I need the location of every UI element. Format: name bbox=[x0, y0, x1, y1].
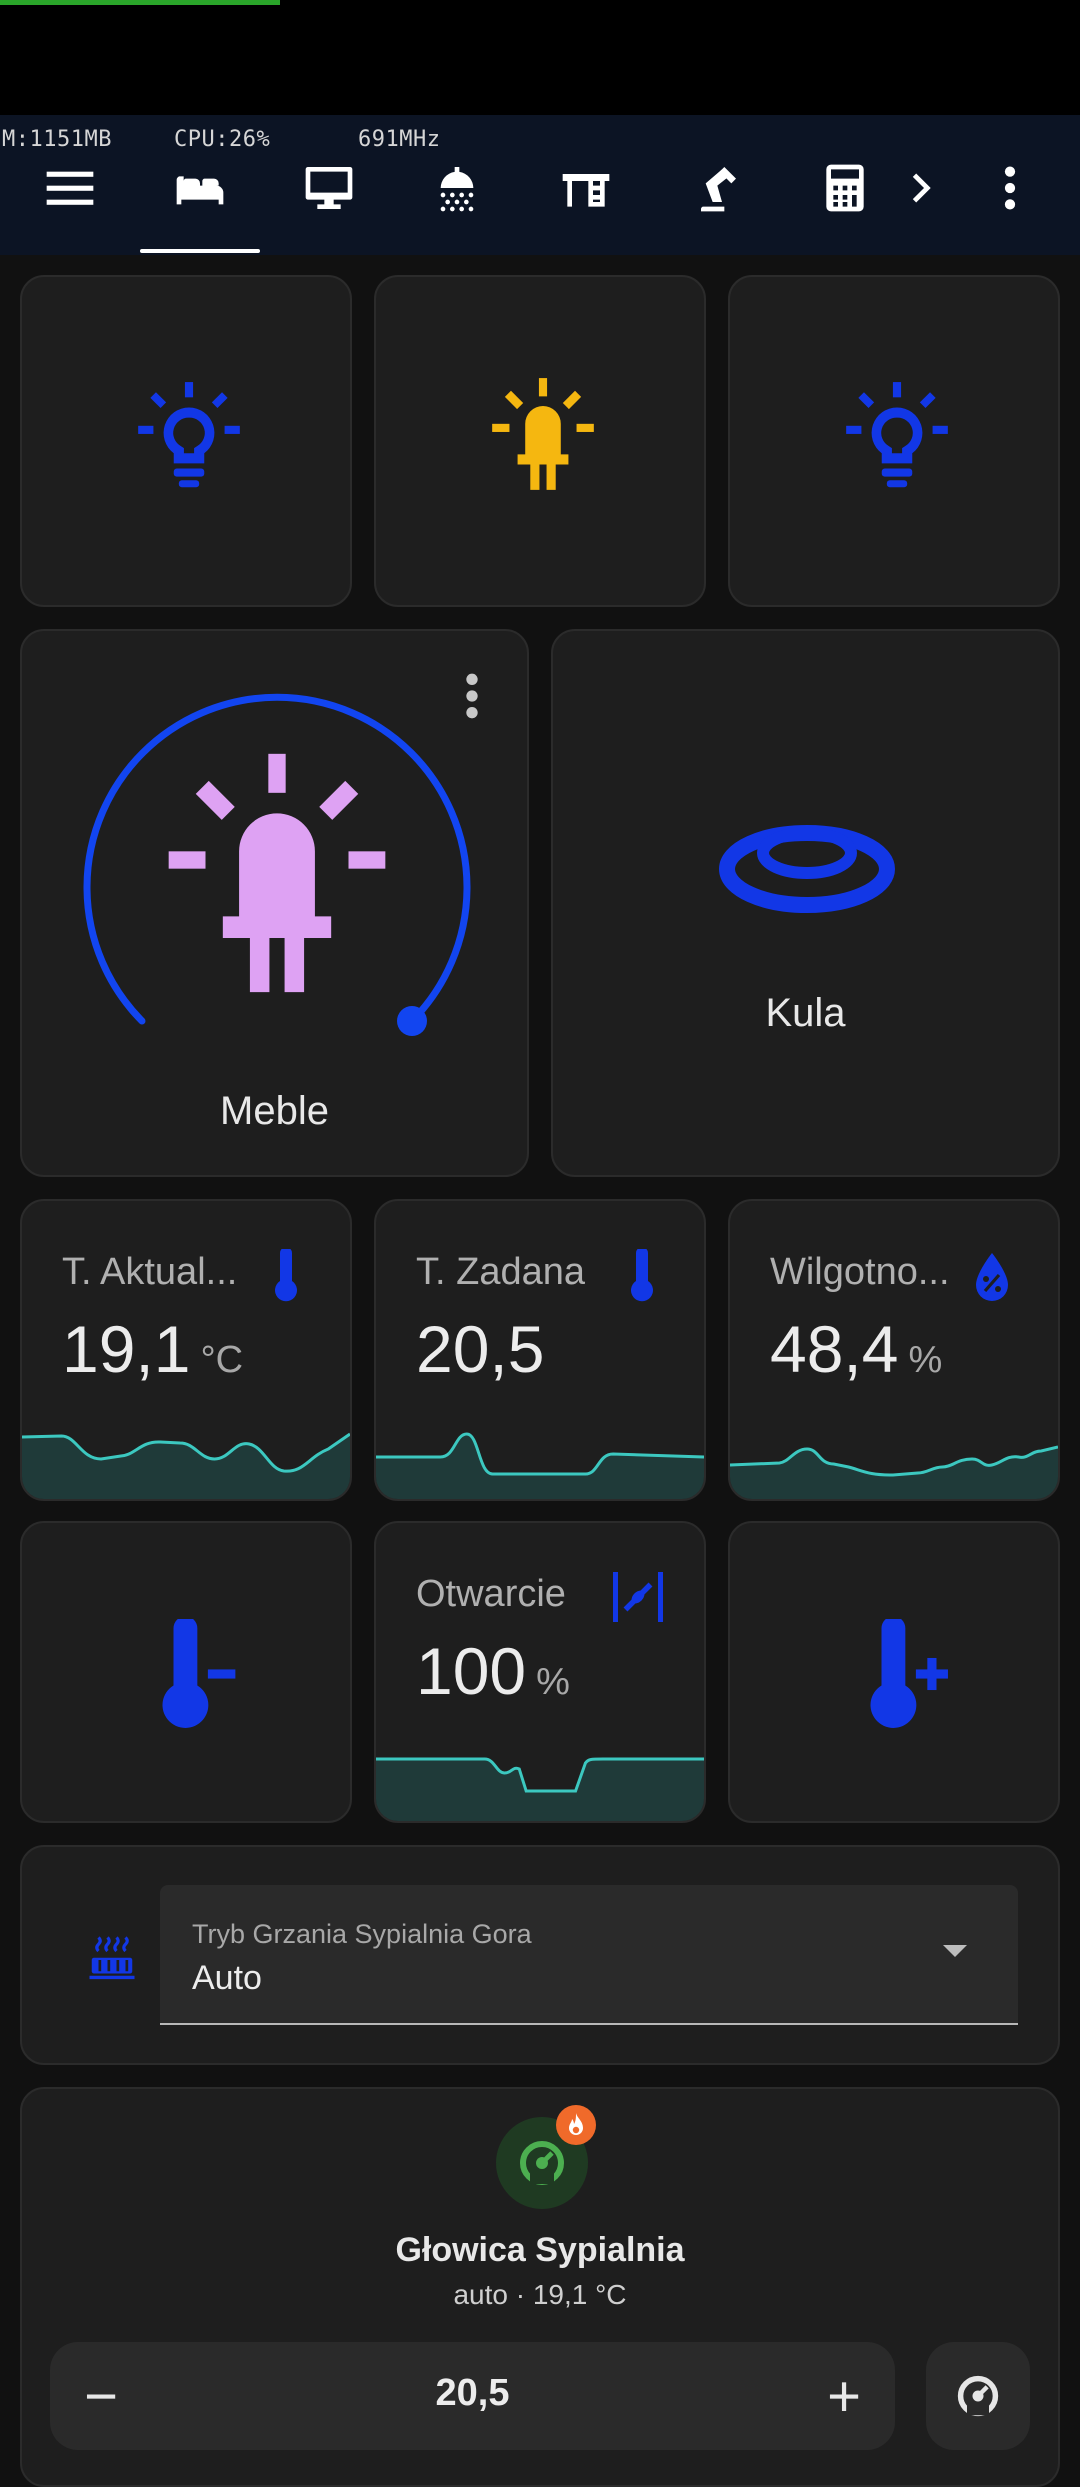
kula-light-card[interactable]: Kula bbox=[551, 629, 1060, 1177]
decrease-temp-button[interactable] bbox=[20, 1521, 352, 1823]
sensor-name: Wilgotno... bbox=[770, 1251, 950, 1293]
select-label: Tryb Grzania Sypialnia Gora bbox=[192, 1919, 532, 1949]
active-tab-indicator bbox=[140, 249, 260, 253]
dropdown-arrow-icon bbox=[943, 1945, 967, 1957]
ceiling-light-icon bbox=[719, 825, 895, 913]
sensor-name: T. Zadana bbox=[416, 1251, 585, 1293]
humidity-sparkline bbox=[730, 1445, 1058, 1499]
valve-name: Otwarcie bbox=[416, 1573, 566, 1615]
thermometer-icon bbox=[631, 1249, 653, 1302]
radiator-icon bbox=[89, 1936, 135, 1980]
sensor-card-humidity[interactable]: Wilgotno... 48,4% bbox=[728, 1199, 1060, 1501]
thermostat-state: auto · 19,1 °C bbox=[453, 2279, 627, 2310]
light-tile-2[interactable] bbox=[374, 275, 706, 607]
more-tabs-button[interactable] bbox=[875, 148, 965, 228]
heating-mode-select[interactable]: Tryb Grzania Sypialnia Gora Auto bbox=[160, 1885, 1018, 2025]
target-temp-control: − 20,5 + bbox=[50, 2342, 895, 2450]
tab-office[interactable] bbox=[541, 148, 631, 228]
increase-target-button[interactable]: + bbox=[808, 2360, 880, 2432]
kula-name: Kula bbox=[765, 991, 846, 1035]
sensor-value: 48,4% bbox=[770, 1312, 943, 1386]
light-tile-1[interactable] bbox=[20, 275, 352, 607]
brightness-handle[interactable] bbox=[397, 1006, 427, 1036]
bed-icon bbox=[176, 176, 224, 205]
light-tile-3[interactable] bbox=[728, 275, 1060, 607]
shower-icon bbox=[440, 167, 474, 212]
temperature-sparkline bbox=[22, 1432, 350, 1499]
status-bar bbox=[0, 0, 1080, 115]
heating-badge bbox=[556, 2105, 596, 2145]
thermometer-icon bbox=[275, 1249, 297, 1302]
valve-open-icon bbox=[613, 1572, 663, 1622]
sensor-card-actual-temp[interactable]: T. Aktual... 19,1 °C bbox=[20, 1199, 352, 1501]
valve-value: 100% bbox=[416, 1634, 570, 1708]
tab-bedroom[interactable] bbox=[155, 148, 245, 228]
target-temp-sparkline bbox=[376, 1432, 704, 1499]
calculator-icon bbox=[826, 164, 864, 212]
select-value: Auto bbox=[192, 1959, 262, 1997]
led-on-icon bbox=[168, 753, 386, 993]
valve-open-card[interactable]: Otwarcie 100% bbox=[374, 1521, 706, 1823]
sensor-value: 19,1 °C bbox=[62, 1312, 244, 1386]
tab-living-room[interactable] bbox=[284, 148, 374, 228]
desk-icon bbox=[562, 174, 610, 207]
thermostat-mode-button[interactable] bbox=[926, 2342, 1030, 2450]
fire-icon bbox=[569, 2113, 583, 2135]
loading-progress bbox=[0, 0, 280, 5]
sensor-name: T. Aktual... bbox=[62, 1251, 238, 1293]
thermostat-auto-icon bbox=[520, 2141, 564, 2185]
menu-icon bbox=[46, 171, 94, 205]
sensor-card-target-temp[interactable]: T. Zadana 20,5 bbox=[374, 1199, 706, 1501]
target-temp-value: 20,5 bbox=[435, 2372, 510, 2414]
thermostat-auto-icon bbox=[957, 2375, 999, 2417]
valve-sparkline bbox=[376, 1757, 704, 1821]
chevron-right-icon bbox=[912, 173, 931, 203]
monitor-icon bbox=[305, 167, 353, 209]
meble-light-card[interactable]: Meble bbox=[20, 629, 529, 1177]
desk-lamp-icon bbox=[701, 167, 736, 212]
thermostat-name: Głowica Sypialnia bbox=[395, 2231, 685, 2269]
water-percent-icon bbox=[976, 1253, 1008, 1301]
tab-bathroom[interactable] bbox=[412, 148, 502, 228]
tab-study[interactable] bbox=[670, 148, 760, 228]
menu-button[interactable] bbox=[25, 148, 115, 228]
thermometer-minus-icon bbox=[162, 1619, 236, 1728]
led-on-icon bbox=[492, 378, 594, 490]
dots-vertical-icon bbox=[1004, 166, 1016, 210]
meble-name: Meble bbox=[220, 1089, 329, 1133]
lightbulb-icon bbox=[846, 382, 948, 488]
sensor-value: 20,5 bbox=[416, 1312, 545, 1386]
increase-temp-button[interactable] bbox=[728, 1521, 1060, 1823]
overflow-menu-button[interactable] bbox=[965, 148, 1055, 228]
lightbulb-icon bbox=[138, 382, 240, 488]
dots-vertical-icon[interactable] bbox=[457, 671, 487, 721]
thermometer-plus-icon bbox=[870, 1619, 948, 1728]
